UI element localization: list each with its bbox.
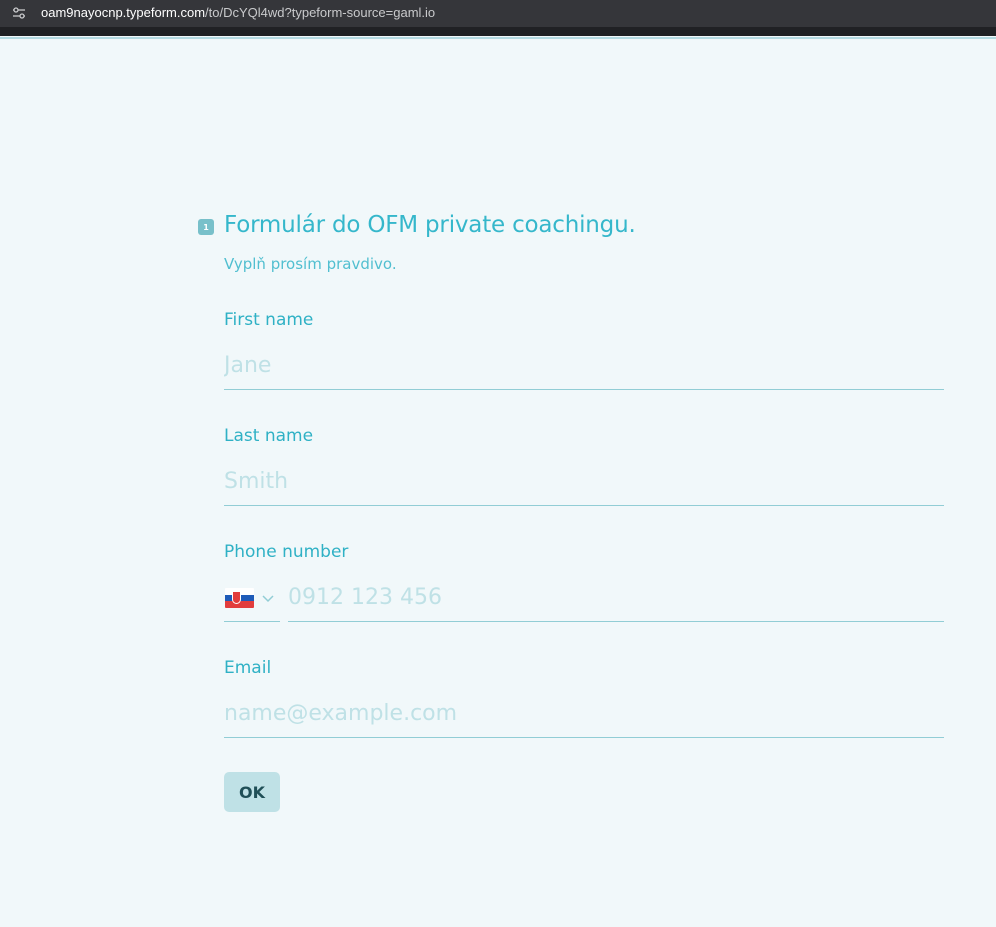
ok-button[interactable]: OK [224, 772, 280, 812]
url-text[interactable]: oam9nayocnp.typeform.com/to/DcYQl4wd?typ… [41, 5, 435, 20]
phone-field: Phone number [224, 540, 944, 622]
phone-input[interactable] [288, 574, 944, 622]
last-name-label: Last name [224, 426, 314, 446]
slovakia-flag-icon [225, 588, 254, 608]
url-domain: oam9nayocnp.typeform.com [41, 5, 206, 20]
browser-divider [0, 27, 996, 36]
site-settings-icon[interactable] [12, 6, 26, 20]
email-input[interactable] [224, 690, 944, 738]
country-select[interactable] [224, 574, 280, 622]
last-name-field: Last name [224, 424, 944, 506]
question-title: Formulár do OFM private coachingu. [224, 212, 636, 238]
last-name-input[interactable] [224, 458, 944, 506]
url-path: /to/DcYQl4wd?typeform-source=gaml.io [205, 5, 436, 20]
email-label: Email [224, 658, 272, 678]
first-name-input[interactable] [224, 342, 944, 390]
first-name-field: First name [224, 308, 944, 390]
email-field: Email [224, 656, 944, 738]
browser-address-bar: oam9nayocnp.typeform.com/to/DcYQl4wd?typ… [0, 0, 996, 27]
question-subtitle: Vyplň prosím pravdivo. [224, 255, 397, 273]
question-number-badge: 1 [198, 219, 214, 235]
chevron-down-icon [262, 595, 274, 603]
phone-label: Phone number [224, 542, 349, 562]
first-name-label: First name [224, 310, 314, 330]
form-progress-bar [0, 37, 996, 39]
